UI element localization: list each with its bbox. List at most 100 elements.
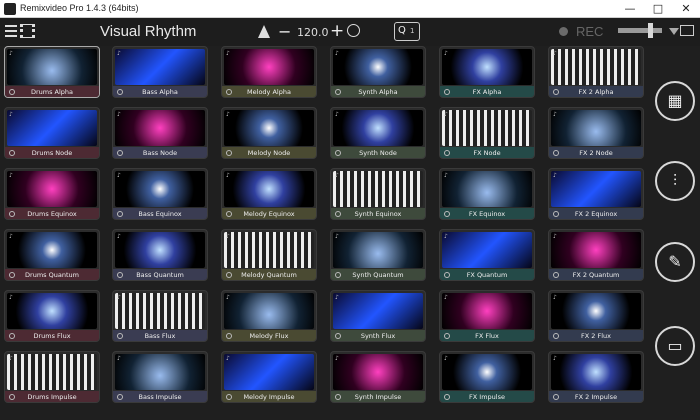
music-note-icon: ♪ <box>553 111 557 118</box>
window-title: Remixvideo Pro 1.4.3 (64bits) <box>20 3 139 13</box>
bpm-plus-button[interactable]: + <box>330 21 344 41</box>
tap-tempo-icon[interactable] <box>347 24 360 37</box>
edit-icon[interactable]: ✎ <box>655 242 695 282</box>
record-label[interactable]: REC <box>576 24 603 39</box>
clip-tile[interactable]: ♪ Bass Impulse <box>112 351 208 403</box>
sidebar: ▦ ⫶ ✎ ▭ <box>650 46 700 420</box>
quantize-value: 1 <box>410 27 415 35</box>
clip-label: Bass Equinox <box>138 210 182 218</box>
clip-tile[interactable]: ♪ FX Quantum <box>439 229 535 281</box>
clip-tile[interactable]: ♪ Melody Quantum <box>221 229 317 281</box>
output-dropdown-icon[interactable] <box>669 28 679 35</box>
clip-tile[interactable]: ♪ Melody Alpha <box>221 46 317 98</box>
clip-tile[interactable]: ♪ Drums Flux <box>4 290 100 342</box>
music-note-icon: ♪ <box>444 294 448 301</box>
clip-thumbnail <box>333 49 423 85</box>
clip-tile[interactable]: ♪ FX Node <box>439 107 535 159</box>
clip-thumbnail <box>442 110 532 146</box>
bpm-minus-button[interactable]: − <box>278 22 291 41</box>
clip-tile[interactable]: ♪ Bass Flux <box>112 290 208 342</box>
music-note-icon: ♪ <box>117 294 121 301</box>
clip-tile[interactable]: ♪ Synth Impulse <box>330 351 426 403</box>
clip-tile[interactable]: ♪ Melody Node <box>221 107 317 159</box>
clip-tile[interactable]: ♪ Synth Equinox <box>330 168 426 220</box>
clip-tile[interactable]: ♪ Drums Node <box>4 107 100 159</box>
clip-thumbnail <box>442 232 532 268</box>
clip-label: Bass Node <box>142 149 178 157</box>
clip-tile[interactable]: ♪ FX 2 Flux <box>548 290 644 342</box>
clip-label: FX Flux <box>475 332 499 340</box>
clip-tile[interactable]: ♪ Bass Alpha <box>112 46 208 98</box>
clip-tile[interactable]: ♪ FX 2 Quantum <box>548 229 644 281</box>
close-button[interactable]: ✕ <box>672 0 700 18</box>
clip-tile[interactable]: ♪ Melody Equinox <box>221 168 317 220</box>
music-note-icon: ♪ <box>9 111 13 118</box>
fullscreen-icon[interactable] <box>680 25 694 36</box>
clip-tile[interactable]: ♪ Bass Node <box>112 107 208 159</box>
clip-tile[interactable]: ♪ Bass Equinox <box>112 168 208 220</box>
clip-label: Synth Equinox <box>354 210 402 218</box>
quantize-button[interactable]: Q 1 <box>394 22 420 41</box>
maximize-button[interactable]: □ <box>644 0 672 18</box>
clip-tile[interactable]: ♪ FX 2 Alpha <box>548 46 644 98</box>
clip-tile[interactable]: ♪ FX Equinox <box>439 168 535 220</box>
clip-tile[interactable]: ♪ Synth Node <box>330 107 426 159</box>
clip-label: Melody Impulse <box>243 393 295 401</box>
music-note-icon: ♪ <box>226 50 230 57</box>
clip-thumbnail <box>551 110 641 146</box>
music-note-icon: ♪ <box>553 50 557 57</box>
project-title: Visual Rhythm <box>100 23 197 40</box>
clip-label: FX Impulse <box>469 393 505 401</box>
clip-tile[interactable]: ♪ FX Impulse <box>439 351 535 403</box>
clip-label: FX 2 Node <box>579 149 613 157</box>
clip-thumbnail <box>7 49 97 85</box>
clip-tile[interactable]: ♪ Drums Equinox <box>4 168 100 220</box>
clip-tile[interactable]: ♪ FX 2 Impulse <box>548 351 644 403</box>
music-note-icon: ♪ <box>335 233 339 240</box>
volume-slider-knob[interactable] <box>648 23 653 38</box>
clip-label: Drums Equinox <box>27 210 77 218</box>
clip-thumbnail <box>7 110 97 146</box>
music-note-icon: ♪ <box>9 233 13 240</box>
clip-tile[interactable]: ♪ Synth Quantum <box>330 229 426 281</box>
clip-tile[interactable]: ♪ FX Alpha <box>439 46 535 98</box>
music-note-icon: ♪ <box>335 172 339 179</box>
menu-icon[interactable] <box>5 25 17 37</box>
clip-tile[interactable]: ♪ FX 2 Node <box>548 107 644 159</box>
clip-tile[interactable]: ♪ Synth Flux <box>330 290 426 342</box>
music-note-icon: ♪ <box>226 111 230 118</box>
clip-thumbnail <box>333 293 423 329</box>
clip-label: Synth Quantum <box>352 271 404 279</box>
video-icon[interactable] <box>20 24 35 38</box>
volume-slider[interactable] <box>618 23 662 38</box>
clip-thumbnail <box>442 171 532 207</box>
grid-icon[interactable]: ▦ <box>655 81 695 121</box>
clip-tile[interactable]: ♪ FX 2 Equinox <box>548 168 644 220</box>
metronome-icon[interactable] <box>258 25 270 38</box>
clip-tile[interactable]: ♪ Synth Alpha <box>330 46 426 98</box>
clip-tile[interactable]: ♪ FX Flux <box>439 290 535 342</box>
clip-label: FX Node <box>473 149 501 157</box>
mixer-icon[interactable]: ⫶ <box>655 161 695 201</box>
clip-tile[interactable]: ♪ Bass Quantum <box>112 229 208 281</box>
clip-tile[interactable]: ♪ Melody Impulse <box>221 351 317 403</box>
clip-thumbnail <box>115 49 205 85</box>
clip-tile[interactable]: ♪ Melody Flux <box>221 290 317 342</box>
folder-icon[interactable]: ▭ <box>655 326 695 366</box>
clip-thumbnail <box>333 171 423 207</box>
clip-thumbnail <box>7 354 97 390</box>
clip-thumbnail <box>551 293 641 329</box>
minimize-button[interactable]: — <box>616 0 644 18</box>
clip-thumbnail <box>551 232 641 268</box>
record-dot-icon[interactable] <box>559 27 568 36</box>
clip-thumbnail <box>115 110 205 146</box>
clip-tile[interactable]: ♪ Drums Alpha <box>4 46 100 98</box>
music-note-icon: ♪ <box>226 355 230 362</box>
clip-tile[interactable]: ♪ Drums Quantum <box>4 229 100 281</box>
clip-thumbnail <box>7 232 97 268</box>
music-note-icon: ♪ <box>9 355 13 362</box>
clip-tile[interactable]: ♪ Drums Impulse <box>4 351 100 403</box>
clip-thumbnail <box>224 354 314 390</box>
music-note-icon: ♪ <box>9 50 13 57</box>
music-note-icon: ♪ <box>444 355 448 362</box>
